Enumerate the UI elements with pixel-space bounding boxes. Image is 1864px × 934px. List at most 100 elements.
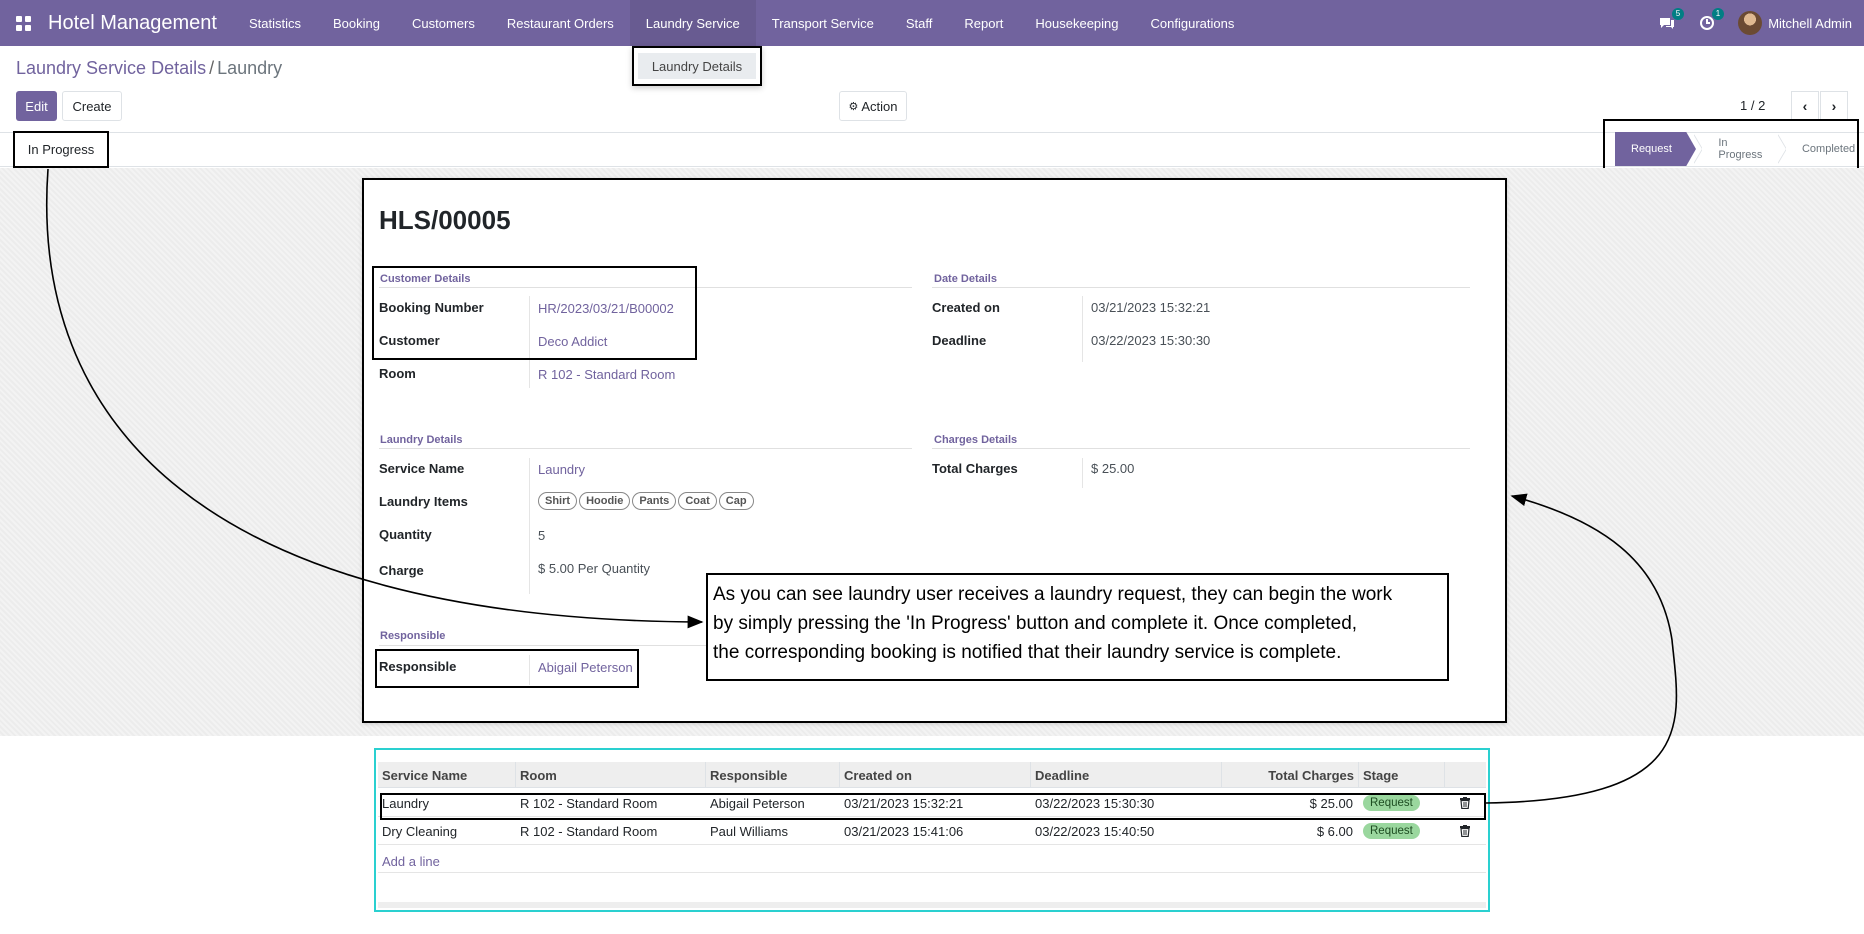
- menu-booking[interactable]: Booking: [317, 0, 396, 46]
- field-separator: [529, 458, 530, 594]
- in-progress-button[interactable]: In Progress: [13, 131, 109, 168]
- deadline-field[interactable]: 03/22/2023 15:30:30: [1091, 333, 1210, 348]
- cell-total-charges: $ 6.00: [1316, 823, 1353, 839]
- tag-coat[interactable]: Coat: [678, 492, 717, 510]
- breadcrumb-separator: /: [209, 58, 215, 78]
- tag-cap[interactable]: Cap: [718, 492, 754, 510]
- menu-statistics[interactable]: Statistics: [233, 0, 317, 46]
- pager-previous-button[interactable]: ‹: [1791, 91, 1819, 121]
- responsible-highlight: [375, 649, 639, 688]
- room-label: Room: [379, 366, 416, 381]
- tag-shirt[interactable]: Shirt: [538, 492, 578, 510]
- record-name: HLS/00005: [379, 205, 511, 235]
- laundry-items-label: Laundry Items: [379, 494, 468, 509]
- stage-pipeline: Request In Progress Completed: [1615, 132, 1864, 166]
- customer-details-highlight: [372, 266, 697, 360]
- group-divider: [932, 287, 1470, 288]
- room-field[interactable]: R 102 - Standard Room: [538, 367, 675, 382]
- created-on-field: 03/21/2023 15:32:21: [1091, 300, 1211, 315]
- note-line-3: the corresponding booking is notified th…: [713, 642, 1342, 663]
- menu-staff[interactable]: Staff: [890, 0, 949, 46]
- field-separator: [1082, 296, 1083, 362]
- service-name-field[interactable]: Laundry: [538, 462, 585, 477]
- column-header-service-name[interactable]: Service Name: [378, 762, 516, 788]
- table-header: Service Name Room Responsible Created on…: [378, 762, 1486, 788]
- column-header-responsible[interactable]: Responsible: [706, 762, 840, 788]
- laundry-service-dropdown: Laundry Details: [632, 46, 762, 86]
- service-name-label: Service Name: [379, 461, 465, 476]
- table-row-highlight: [380, 793, 1486, 820]
- breadcrumb: Laundry Service Details / Laundry: [16, 58, 282, 79]
- cell-service-name: Dry Cleaning: [382, 823, 458, 839]
- stage-in-progress[interactable]: In Progress: [1702, 132, 1777, 166]
- group-divider: [932, 448, 1470, 449]
- apps-menu-icon[interactable]: [0, 0, 46, 46]
- charge-field: $ 5.00 Per Quantity: [538, 561, 651, 576]
- dropdown-item-laundry-details[interactable]: Laundry Details: [638, 53, 756, 79]
- charge-label: Charge: [379, 563, 424, 578]
- create-button[interactable]: Create: [62, 91, 122, 121]
- action-button[interactable]: ⚙ Action: [839, 91, 907, 121]
- pager-next-button[interactable]: ›: [1820, 91, 1848, 121]
- chevron-right-icon: ›: [1831, 98, 1837, 114]
- menu-housekeeping[interactable]: Housekeeping: [1019, 0, 1134, 46]
- pager-value[interactable]: 1 / 2: [1740, 98, 1765, 113]
- column-header-total-charges[interactable]: Total Charges: [1222, 762, 1359, 788]
- created-on-label: Created on: [932, 300, 1000, 315]
- menu-transport-service[interactable]: Transport Service: [756, 0, 890, 46]
- activities-icon[interactable]: 1: [1698, 8, 1725, 32]
- column-header-created-on[interactable]: Created on: [840, 762, 1031, 788]
- systray: 5 1 Mitchell Admin: [1658, 0, 1852, 46]
- column-header-room[interactable]: Room: [516, 762, 706, 788]
- group-title-date-details: Date Details: [934, 273, 997, 285]
- stage-separator-icon: [1777, 134, 1786, 164]
- edit-button[interactable]: Edit: [16, 91, 57, 121]
- cell-room: R 102 - Standard Room: [520, 823, 658, 839]
- stage-request[interactable]: Request: [1615, 132, 1696, 166]
- breadcrumb-current: Laundry: [217, 58, 283, 78]
- menu-configurations[interactable]: Configurations: [1135, 0, 1251, 46]
- column-header-actions: [1445, 762, 1486, 788]
- activities-count-badge: 1: [1711, 8, 1725, 20]
- stage-completed[interactable]: Completed: [1786, 132, 1864, 166]
- column-header-stage[interactable]: Stage: [1359, 762, 1445, 788]
- add-line-link[interactable]: Add a line: [382, 854, 440, 869]
- menu-restaurant-orders[interactable]: Restaurant Orders: [491, 0, 630, 46]
- main-menu: Statistics Booking Customers Restaurant …: [233, 0, 1250, 46]
- tag-hoodie[interactable]: Hoodie: [579, 492, 631, 510]
- menu-laundry-service[interactable]: Laundry Service: [629, 0, 756, 46]
- user-menu[interactable]: Mitchell Admin: [1738, 11, 1852, 35]
- total-charges-field: $ 25.00: [1091, 461, 1135, 476]
- group-title-charges-details: Charges Details: [934, 434, 1018, 446]
- table-row[interactable]: Dry Cleaning R 102 - Standard Room Paul …: [378, 817, 1486, 845]
- cell-deadline: 03/22/2023 15:40:50: [1035, 823, 1155, 839]
- field-separator: [1082, 458, 1083, 488]
- chevron-left-icon: ‹: [1802, 98, 1808, 114]
- breadcrumb-parent[interactable]: Laundry Service Details: [16, 58, 206, 78]
- messages-icon[interactable]: 5: [1658, 8, 1685, 32]
- annotation-note: As you can see laundry user receives a l…: [706, 573, 1449, 681]
- deadline-label: Deadline: [932, 333, 987, 348]
- delete-row-button[interactable]: [1456, 817, 1470, 845]
- gear-icon: ⚙: [848, 100, 859, 113]
- screen: Hotel Management Statistics Booking Cust…: [0, 0, 1864, 934]
- column-header-deadline[interactable]: Deadline: [1031, 762, 1222, 788]
- top-navbar: Hotel Management Statistics Booking Cust…: [0, 0, 1864, 46]
- laundry-services-table: Service Name Room Responsible Created on…: [374, 748, 1490, 912]
- trash-icon: [1460, 825, 1470, 837]
- total-charges-label: Total Charges: [932, 461, 1018, 476]
- group-title-laundry-details: Laundry Details: [380, 434, 463, 446]
- note-line-1: As you can see laundry user receives a l…: [713, 584, 1393, 605]
- app-brand[interactable]: Hotel Management: [46, 12, 233, 35]
- menu-report[interactable]: Report: [948, 0, 1019, 46]
- menu-customers[interactable]: Customers: [396, 0, 491, 46]
- status-badge: Request: [1363, 823, 1420, 839]
- tag-pants[interactable]: Pants: [632, 492, 677, 510]
- user-name: Mitchell Admin: [1768, 15, 1852, 31]
- quantity-field[interactable]: 5: [538, 528, 545, 543]
- group-title-responsible: Responsible: [380, 630, 446, 642]
- laundry-items-tags: Shirt Hoodie Pants Coat Cap: [538, 492, 754, 510]
- avatar: [1738, 11, 1763, 35]
- quantity-label: Quantity: [379, 527, 432, 542]
- note-line-2: by simply pressing the 'In Progress' but…: [713, 613, 1358, 634]
